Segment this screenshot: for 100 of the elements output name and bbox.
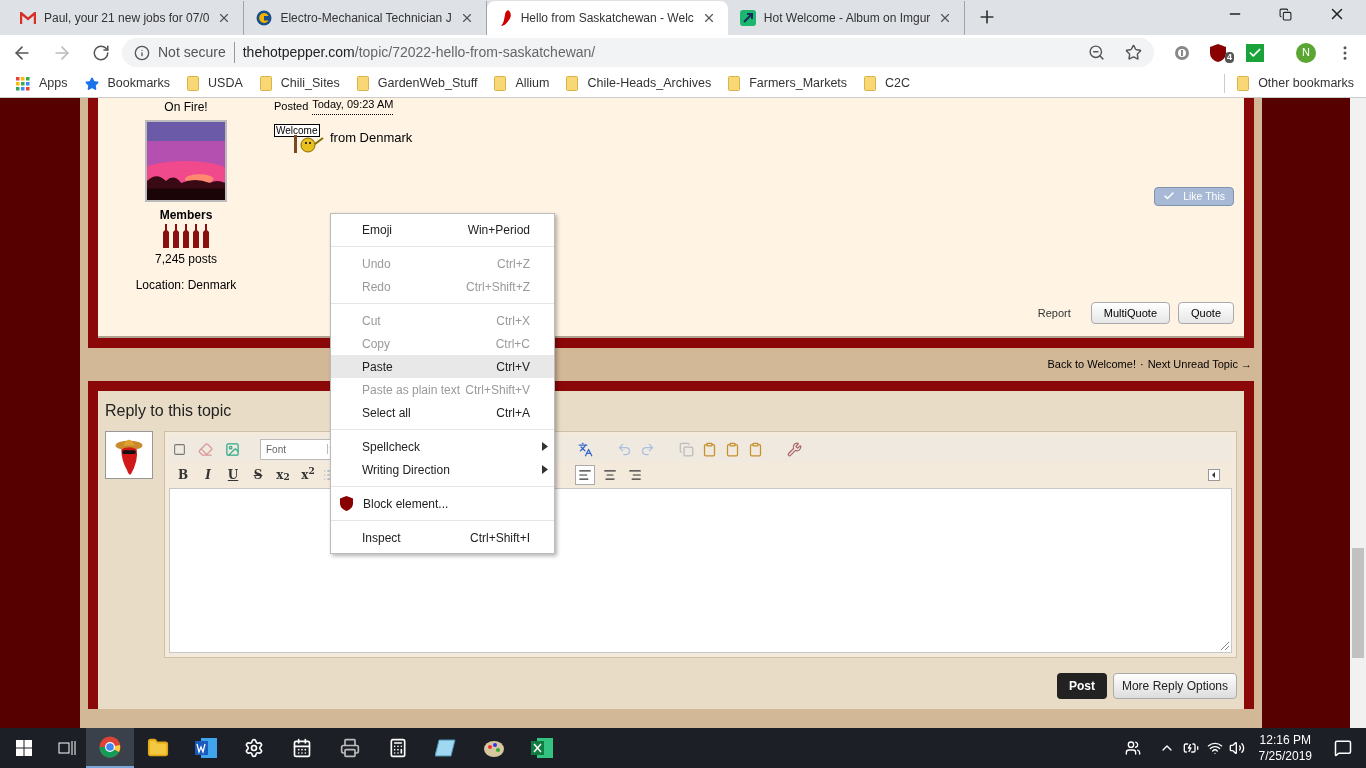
more-reply-options-button[interactable]: More Reply Options [1112,673,1237,699]
submenu-item[interactable]: Writing Direction [331,458,554,481]
bookmark-item[interactable]: C2C [864,74,911,93]
menu-item[interactable]: Select all Ctrl+A [331,401,554,424]
posted-time: Today, 09:23 AM [312,98,394,115]
reload-icon[interactable] [92,43,110,62]
submenu-arrow-icon [542,465,548,474]
browser-tab[interactable]: Hello from Saskatchewan - Welc [486,1,728,35]
report-link[interactable]: Report [1037,304,1071,321]
member-rank: On Fire! [164,99,208,116]
folder-icon [566,76,579,91]
extension-badge: 4 [1225,51,1234,63]
bookmark-item[interactable]: Allium [494,74,550,93]
people-icon[interactable] [1124,740,1141,756]
bookmark-item[interactable]: Farmers_Markets [728,74,848,93]
volume-icon[interactable] [1228,740,1245,756]
bookmark-star-icon[interactable] [1125,44,1142,61]
calendar-icon [292,738,312,758]
circle-logo-icon [256,10,273,26]
multiquote-button[interactable]: MultiQuote [1090,301,1171,324]
post-count: 7,245 posts [154,251,217,268]
collapse-toolbar-icon[interactable] [1208,469,1220,481]
start-windows-icon[interactable] [16,740,32,756]
member-location: Location: Denmark [135,277,237,294]
rank-bottles-icon [162,224,210,248]
browser-icon [99,736,121,758]
bookmark-item[interactable]: GardenWeb_Stuff [356,74,478,93]
other-bookmarks[interactable]: Other bookmarks [1224,74,1354,93]
bookmark-item[interactable]: Chile-Heads_Archives [566,74,712,93]
menu-item[interactable]: Block element... [331,492,554,515]
extension-icon[interactable] [1174,44,1190,61]
chili-pepper-avatar [105,431,153,479]
member-group: Members [159,206,213,224]
bookmark-item[interactable]: Bookmarks [84,74,171,93]
smiley-icon [294,134,326,153]
taskbar-app[interactable] [86,728,134,768]
submenu-arrow-icon [542,442,548,451]
source-icon[interactable] [173,442,186,456]
task-view-icon[interactable] [58,740,76,756]
format-button[interactable]: B [173,465,193,485]
clock[interactable]: 12:16 PM 7/25/2019 [1250,732,1320,764]
notepad-icon [435,738,457,758]
bookmark-item[interactable]: Apps [16,74,68,93]
tab-title: Hot Welcome - Album on Imgur [763,10,931,27]
posted-label: Posted [274,99,309,114]
bookmark-item[interactable]: USDA [187,74,243,93]
format-button[interactable]: x$_{2}$ [273,465,293,485]
zoom-out-icon[interactable] [1088,44,1105,61]
chili-pepper-icon [498,9,513,27]
folder-icon [494,76,507,91]
file-explorer-icon [147,737,169,759]
battery-icon[interactable] [1182,740,1199,756]
tab-title: Electro-Mechanical Technician J [280,10,452,27]
folder-icon [356,76,369,91]
quote-button[interactable]: Quote [1178,301,1234,324]
menu-item[interactable]: Emoji Win+Period [331,218,554,241]
shield-icon [340,496,353,511]
format-button[interactable]: I [198,465,218,485]
welcome-sign: Welcome [274,123,320,137]
calculator-icon [388,738,408,758]
link-separator: · [1139,357,1144,373]
bookmark-item[interactable]: Chili_Sites [259,74,340,93]
apps-grid-icon [16,76,30,91]
checkmark-extension-icon[interactable] [1246,43,1264,62]
back-link[interactable]: Back to Welcome! [1047,356,1136,373]
format-button[interactable]: U [223,465,243,485]
folder-icon [1237,76,1250,91]
format-button[interactable]: S [248,465,268,485]
align-button[interactable] [575,465,595,485]
align-icon [603,468,617,482]
reply-heading: Reply to this topic [105,402,232,419]
align-icon [628,468,642,482]
menu-item[interactable]: Paste Ctrl+V [331,355,554,378]
align-icon [578,468,592,482]
shield-icon[interactable] [1210,43,1226,62]
image-app-icon [739,10,756,26]
next-topic-link[interactable]: Next Unread Topic → [1147,356,1252,373]
mail-icon [20,12,36,24]
translate-icon[interactable] [578,441,593,457]
folder-icon [728,76,741,91]
address-bar[interactable]: Not secure thehotpepper.com/topic/72022-hello-from-saskatchewan/ [122,38,1154,67]
folder-icon [864,76,877,91]
wifi-icon[interactable] [1206,740,1223,756]
folder-icon [259,76,272,91]
document-app-icon [195,738,217,758]
printer-icon [340,738,360,758]
post-body: from Denmark [330,128,413,147]
palette-icon [483,738,505,758]
star-icon [84,76,99,91]
format-button[interactable]: x$^{2}$ [298,465,318,485]
tab-title: Paul, your 21 new jobs for 07/0 [44,10,210,27]
notifications-icon[interactable] [1334,739,1352,757]
post-button[interactable]: Post [1056,673,1107,699]
tab-title: Hello from Saskatchewan - Welc [520,10,694,27]
security-label: Not secure [158,42,235,63]
menu-item[interactable]: Inspect Ctrl+Shift+I [331,526,554,549]
scrollbar[interactable] [1350,98,1366,728]
restore-icon[interactable] [1279,7,1292,21]
tools-icon[interactable] [787,441,802,457]
resize-handle-icon[interactable] [1220,641,1230,651]
